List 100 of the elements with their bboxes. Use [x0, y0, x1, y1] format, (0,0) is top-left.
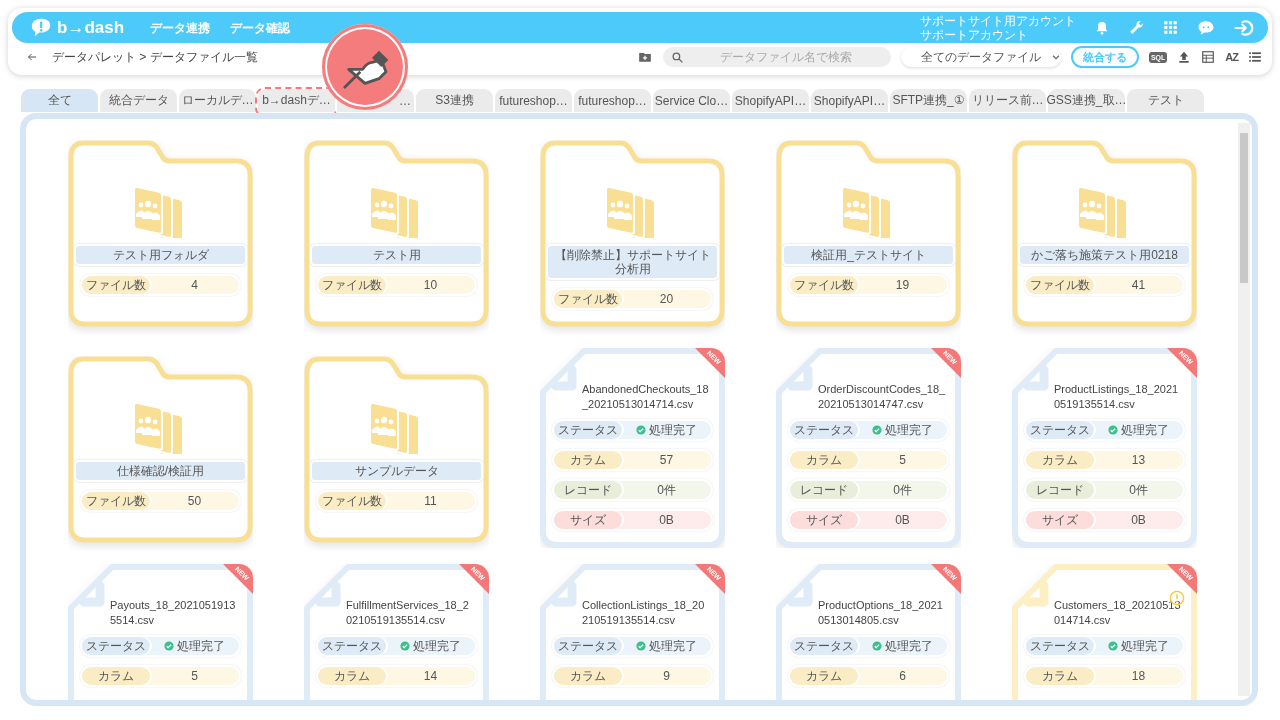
folder-name: テスト用フォルダ — [74, 244, 247, 266]
stat-label: ステータス — [318, 637, 386, 655]
stat-value: 5 — [898, 452, 907, 469]
stat-label: ステータス — [554, 637, 622, 655]
search-icon — [670, 51, 684, 64]
stat-label: カラム — [82, 667, 150, 685]
stat-label: カラム — [790, 667, 858, 685]
sort-icon[interactable]: AZ — [1225, 51, 1238, 63]
folder-plus-icon[interactable] — [636, 50, 653, 64]
stat-label: ステータス — [554, 421, 622, 439]
folder-name: かご落ち施策テスト用0218 — [1018, 244, 1191, 266]
stat-label: カラム — [554, 667, 622, 685]
tab[interactable]: futureshop… — [494, 88, 573, 113]
stat-label: ファイル数 — [318, 276, 386, 294]
tab[interactable]: ShopifyAPI… — [810, 88, 889, 113]
logout-icon[interactable] — [1234, 17, 1254, 38]
tab[interactable]: リリース前… — [968, 88, 1047, 113]
stat-value: 13 — [1130, 452, 1147, 469]
stat-label: カラム — [318, 667, 386, 685]
tab[interactable]: 全て — [20, 88, 99, 113]
tab[interactable]: ShopifyAPI… — [731, 88, 810, 113]
stat-label: レコード — [554, 481, 622, 499]
stat-label: ステータス — [1026, 637, 1094, 655]
stat-label: ファイル数 — [554, 290, 622, 308]
stat-label: カラム — [1026, 451, 1094, 469]
stat-label: カラム — [554, 451, 622, 469]
tab[interactable]: S3連携 — [415, 88, 494, 113]
stat-value: 20 — [658, 291, 675, 308]
stat-value: 57 — [658, 452, 675, 469]
folder-name: テスト用 — [310, 244, 483, 266]
table-icon[interactable] — [1201, 50, 1216, 64]
stat-label: ステータス — [790, 637, 858, 655]
stat-label: カラム — [790, 451, 858, 469]
stat-label: ステータス — [82, 637, 150, 655]
stat-value: 0件 — [892, 481, 913, 499]
stat-value: 6 — [898, 668, 907, 685]
status-value: 処理完了 — [413, 637, 461, 655]
stat-label: レコード — [1026, 481, 1094, 499]
back-arrow-icon[interactable] — [26, 51, 38, 63]
stat-value: 14 — [422, 668, 439, 685]
status-value: 処理完了 — [649, 421, 697, 439]
check-circle-icon — [636, 425, 646, 435]
stat-value: 9 — [662, 668, 671, 685]
stat-value: 11 — [423, 493, 438, 510]
file-name: AbandonedCheckouts_18_20210513014714.csv — [582, 382, 710, 412]
folder-name: 検証用_テストサイト — [782, 244, 955, 266]
check-circle-icon — [164, 641, 174, 651]
tab[interactable]: テスト — [1126, 88, 1205, 113]
file-name: CollectionListings_18_20210519135514.csv — [582, 598, 706, 628]
tab[interactable]: 統合データ — [99, 88, 178, 113]
status-value: 処理完了 — [177, 637, 225, 655]
stat-value: 5 — [190, 668, 199, 685]
stat-value: 50 — [186, 493, 203, 510]
upload-icon[interactable] — [1177, 50, 1192, 64]
wrench-icon[interactable] — [1128, 19, 1145, 36]
chat-bubble-icon[interactable] — [1196, 18, 1216, 37]
tab[interactable]: futureshop… — [573, 88, 652, 113]
tab[interactable]: b→dashデ… — [257, 88, 336, 113]
check-circle-icon — [872, 641, 882, 651]
stat-value: 41 — [1130, 277, 1147, 294]
stat-label: ステータス — [790, 421, 858, 439]
check-circle-icon — [1108, 425, 1118, 435]
stat-label: ファイル数 — [318, 492, 386, 510]
stat-label: ファイル数 — [82, 492, 150, 510]
tab[interactable]: GSS連携_取… — [1047, 88, 1126, 113]
stat-label: ファイル数 — [1026, 276, 1094, 294]
tab[interactable]: ローカルデ… — [178, 88, 257, 113]
check-circle-icon — [872, 425, 882, 435]
file-name: ProductListings_18_20210519135514.csv — [1054, 382, 1180, 412]
file-name: FulfillmentServices_18_20210519135514.csv — [346, 598, 470, 628]
check-circle-icon — [1108, 641, 1118, 651]
tab[interactable]: SFTP連携_① — [889, 88, 968, 113]
apps-grid-icon[interactable] — [1163, 20, 1178, 35]
logo-text: b→dash — [57, 17, 125, 38]
stat-value: 0B — [894, 512, 911, 529]
file-name: OrderDiscountCodes_18_20210513014747.csv — [818, 382, 946, 412]
stat-label: ファイル数 — [82, 276, 150, 294]
file-name: ProductOptions_18_20210513014805.csv — [818, 598, 944, 628]
stat-value: 18 — [1130, 668, 1147, 685]
chevron-down-icon — [1050, 52, 1061, 62]
stat-value: 0B — [1130, 512, 1147, 529]
tab[interactable]: Service Clo… — [652, 88, 731, 113]
status-value: 処理完了 — [1121, 421, 1169, 439]
stat-label: レコード — [790, 481, 858, 499]
stat-value: 4 — [190, 277, 199, 294]
stat-label: カラム — [1026, 667, 1094, 685]
status-value: 処理完了 — [885, 637, 933, 655]
status-value: 処理完了 — [1121, 637, 1169, 655]
status-value: 処理完了 — [885, 421, 933, 439]
file-name: Payouts_18_20210519135514.csv — [110, 598, 237, 628]
file-filter-dropdown[interactable]: 全てのデータファイル — [900, 47, 1061, 67]
bell-icon[interactable] — [1094, 19, 1110, 36]
stat-label: サイズ — [554, 511, 622, 529]
account-name: サポートアカウント — [920, 27, 1029, 42]
stat-value: 0件 — [1128, 481, 1149, 499]
check-circle-icon — [400, 641, 410, 651]
scrollbar[interactable] — [1238, 123, 1250, 696]
stat-label: ファイル数 — [790, 276, 858, 294]
folder-name: 仕様確認/検証用 — [74, 460, 247, 482]
list-icon[interactable] — [1248, 50, 1262, 64]
